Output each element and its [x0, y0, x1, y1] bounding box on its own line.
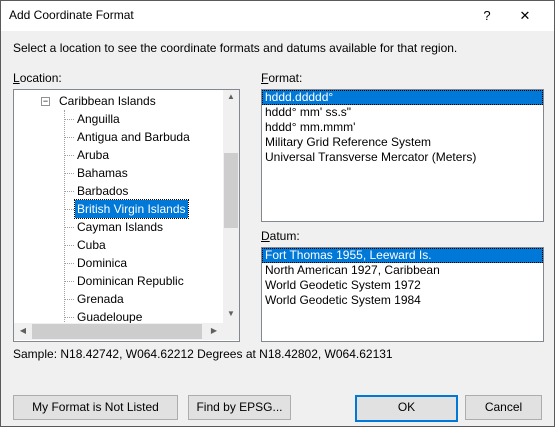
- tree-item[interactable]: British Virgin Islands: [14, 199, 223, 219]
- datum-list-item[interactable]: World Geodetic System 1972: [262, 278, 543, 293]
- location-label: Location:: [13, 71, 62, 85]
- format-not-listed-button[interactable]: My Format is Not Listed: [13, 395, 178, 420]
- datum-list-item[interactable]: World Geodetic System 1984: [262, 293, 543, 308]
- tree-item-label: Dominican Republic: [77, 274, 184, 288]
- cancel-button[interactable]: Cancel: [465, 395, 542, 420]
- format-list-item[interactable]: hddd.ddddd°: [262, 90, 543, 105]
- close-button[interactable]: ✕: [513, 5, 537, 27]
- location-label-accesskey: L: [13, 71, 20, 85]
- tree-item-label: Dominica: [77, 256, 128, 270]
- tree-horizontal-scroll-thumb[interactable]: [32, 324, 202, 339]
- tree-item[interactable]: Cayman Islands: [14, 218, 223, 236]
- tree-branch-line: [65, 173, 74, 174]
- location-tree[interactable]: − Caribbean Islands Anguilla Antigua and Ba…: [13, 89, 240, 342]
- find-by-epsg-button[interactable]: Find by EPSG...: [188, 395, 291, 420]
- tree-branch-line: [65, 317, 74, 318]
- tree-item[interactable]: Barbados: [14, 182, 223, 200]
- format-list[interactable]: hddd.ddddd° hddd° mm' ss.s" hddd° mm.mmm' M…: [261, 89, 544, 222]
- instruction-text: Select a location to see the coordinate …: [13, 41, 458, 55]
- tree-item[interactable]: Aruba: [14, 146, 223, 164]
- tree-branch-line: [65, 245, 74, 246]
- tree-item-label: Cuba: [77, 238, 106, 252]
- datum-list-items: Fort Thomas 1955, Leeward Is. North Ameri…: [262, 248, 543, 308]
- tree-vertical-scrollbar[interactable]: ▲ ▼: [223, 90, 239, 323]
- datum-label-accesskey: D: [261, 229, 270, 243]
- tree-branch-line: [65, 281, 74, 282]
- tree-branch-line: [65, 227, 74, 228]
- scroll-down-arrow-icon[interactable]: ▼: [223, 309, 239, 318]
- help-button[interactable]: ?: [475, 5, 499, 27]
- tree-item[interactable]: Antigua and Barbuda: [14, 128, 223, 146]
- tree-group-label: Caribbean Islands: [59, 94, 156, 108]
- add-coordinate-format-dialog: Add Coordinate Format ? ✕ Select a locat…: [0, 0, 555, 427]
- tree-branch-line: [65, 299, 74, 300]
- sample-text: Sample: N18.42742, W064.62212 Degrees at…: [13, 347, 393, 361]
- tree-item[interactable]: Anguilla: [14, 110, 223, 128]
- tree-branch-line: [65, 209, 74, 210]
- format-list-item[interactable]: Military Grid Reference System: [262, 135, 543, 150]
- tree-item-label: British Virgin Islands: [74, 199, 189, 219]
- tree-item-label: Bahamas: [77, 166, 128, 180]
- tree-item[interactable]: Grenada: [14, 290, 223, 308]
- tree-item[interactable]: Dominican Republic: [14, 272, 223, 290]
- tree-item-label: Barbados: [77, 184, 129, 198]
- datum-list-item[interactable]: North American 1927, Caribbean: [262, 263, 543, 278]
- scroll-right-arrow-icon[interactable]: ▶: [206, 326, 222, 335]
- format-list-items: hddd.ddddd° hddd° mm' ss.s" hddd° mm.mmm' M…: [262, 90, 543, 165]
- window-title: Add Coordinate Format: [9, 8, 134, 22]
- tree-group-item[interactable]: − Caribbean Islands: [14, 92, 223, 110]
- tree-item-label: Antigua and Barbuda: [77, 130, 190, 144]
- tree-branch-line: [65, 119, 74, 120]
- tree-item-label: Anguilla: [77, 112, 120, 126]
- ok-button[interactable]: OK: [355, 395, 458, 422]
- tree-item[interactable]: Dominica: [14, 254, 223, 272]
- scrollbar-corner: [223, 323, 239, 340]
- tree-horizontal-scrollbar[interactable]: ◀ ▶: [14, 323, 223, 340]
- datum-list-item[interactable]: Fort Thomas 1955, Leeward Is.: [262, 248, 543, 263]
- datum-label-text: atum:: [269, 229, 300, 243]
- format-label: Format:: [261, 71, 302, 85]
- format-label-text: ormat:: [268, 71, 303, 85]
- format-list-item[interactable]: Universal Transverse Mercator (Meters): [262, 150, 543, 165]
- tree-item[interactable]: Bahamas: [14, 164, 223, 182]
- tree-branch-line: [65, 191, 74, 192]
- format-list-item[interactable]: hddd° mm' ss.s": [262, 105, 543, 120]
- tree-item[interactable]: Cuba: [14, 236, 223, 254]
- tree-branch-line: [65, 155, 74, 156]
- tree-vertical-scroll-thumb[interactable]: [224, 153, 238, 228]
- tree-branch-line: [65, 263, 74, 264]
- location-label-text: ocation:: [19, 71, 62, 85]
- scroll-up-arrow-icon[interactable]: ▲: [223, 92, 239, 101]
- datum-list[interactable]: Fort Thomas 1955, Leeward Is. North Ameri…: [261, 247, 544, 342]
- tree-item-label: Grenada: [77, 292, 124, 306]
- tree-item-label: Aruba: [77, 148, 110, 162]
- datum-label: Datum:: [261, 229, 300, 243]
- tree-branch-line: [65, 137, 74, 138]
- collapse-toggle-icon[interactable]: −: [41, 97, 50, 106]
- tree-item-label: Cayman Islands: [77, 220, 164, 234]
- scroll-left-arrow-icon[interactable]: ◀: [15, 326, 31, 335]
- format-list-item[interactable]: hddd° mm.mmm': [262, 120, 543, 135]
- title-bar: Add Coordinate Format ? ✕: [1, 1, 554, 31]
